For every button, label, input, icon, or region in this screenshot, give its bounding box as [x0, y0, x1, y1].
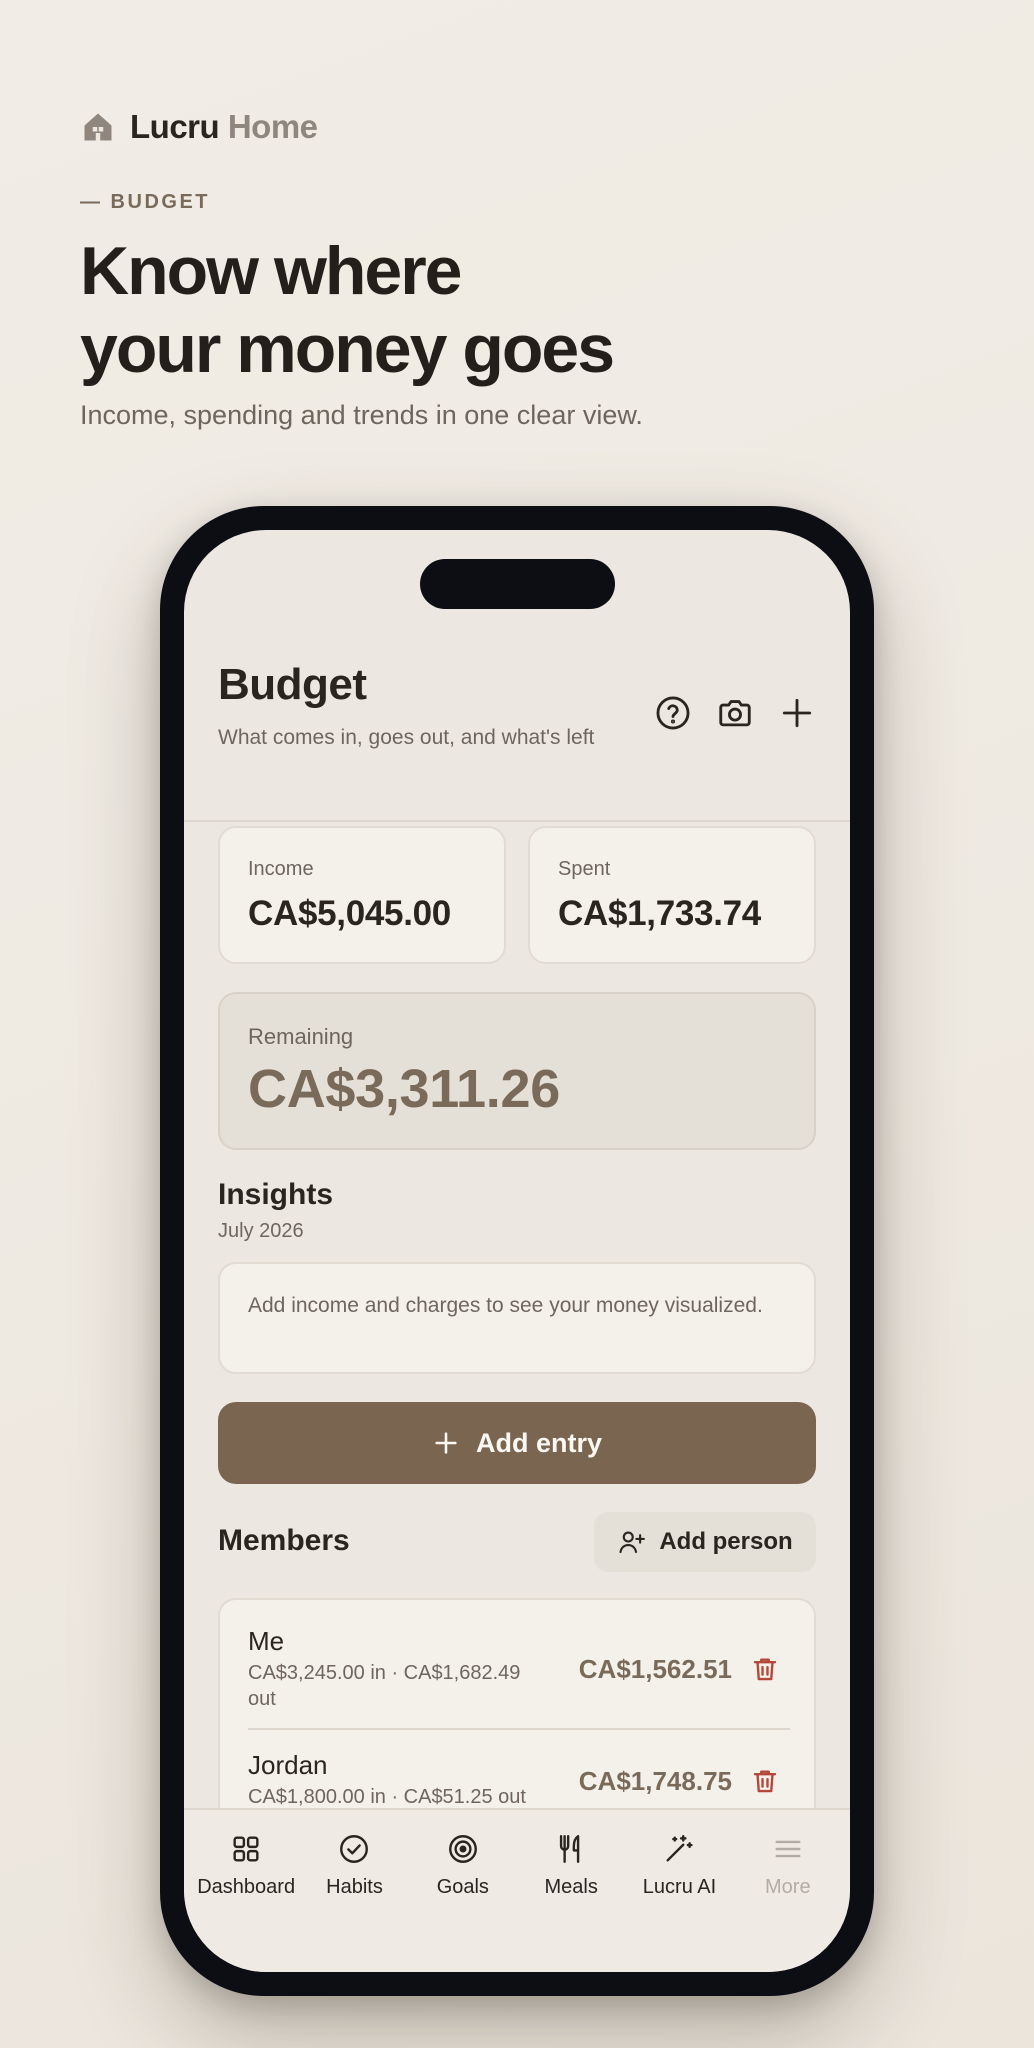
insights-empty-text: Add income and charges to see your money…	[248, 1294, 763, 1317]
tab-goals[interactable]: Goals	[409, 1810, 517, 1972]
divider	[248, 1728, 790, 1730]
income-label: Income	[248, 858, 314, 880]
add-person-label: Add person	[659, 1528, 793, 1555]
insights-period: July 2026	[218, 1220, 304, 1242]
trash-icon[interactable]	[750, 1766, 780, 1796]
camera-icon[interactable]	[716, 694, 754, 732]
tab-habits[interactable]: Habits	[300, 1810, 408, 1972]
tab-label: Habits	[326, 1876, 383, 1898]
insights-title: Insights	[218, 1178, 334, 1211]
trash-icon[interactable]	[750, 1654, 780, 1684]
magic-wand-icon	[666, 1835, 694, 1862]
spent-label: Spent	[558, 858, 611, 880]
member-detail: CA$1,800.00 in · CA$51.25 out	[248, 1786, 526, 1808]
tab-label: Lucru AI	[642, 1876, 717, 1898]
add-person-button[interactable]: Add person	[594, 1512, 816, 1572]
target-icon	[448, 1835, 477, 1863]
page-subtitle: What comes in, goes out, and what's left	[218, 726, 595, 749]
remaining-card: Remaining CA$3,311.26	[218, 992, 816, 1150]
subhead: Income, spending and trends in one clear…	[80, 400, 643, 430]
add-entry-label: Add entry	[475, 1427, 602, 1458]
tab-label: Goals	[436, 1876, 489, 1898]
tab-label: More	[765, 1876, 811, 1898]
headline: Know where your money goes	[80, 232, 980, 388]
brand-name-primary: Lucru	[130, 108, 220, 145]
headline-line-2: your money goes	[80, 311, 615, 387]
menu-icon	[775, 1840, 801, 1858]
tab-bar: Dashboard Habits Goals Meals Lucru AI Mo…	[184, 1808, 850, 1972]
income-value: CA$5,045.00	[248, 894, 451, 933]
income-card: Income CA$5,045.00	[218, 826, 506, 964]
member-detail: CA$3,245.00 in · CA$1,682.49 out	[248, 1662, 521, 1710]
plus-icon	[435, 1432, 457, 1454]
eyebrow: — BUDGET	[80, 191, 210, 213]
help-circle-icon[interactable]	[654, 694, 692, 732]
tab-more[interactable]: More	[734, 1810, 842, 1972]
plus-icon[interactable]	[778, 694, 816, 732]
brand-name: Lucru Home	[130, 108, 318, 146]
member-balance: CA$1,562.51	[578, 1654, 732, 1684]
spent-card: Spent CA$1,733.74	[528, 826, 816, 964]
phone-frame: Budget What comes in, goes out, and what…	[160, 506, 874, 1996]
brand-name-secondary: Home	[227, 108, 318, 145]
remaining-value: CA$3,311.26	[248, 1059, 560, 1119]
tab-lucru-ai[interactable]: Lucru AI	[625, 1810, 733, 1972]
members-title: Members	[218, 1524, 350, 1557]
user-plus-icon	[619, 1531, 646, 1554]
app-header: Budget What comes in, goes out, and what…	[184, 660, 850, 822]
house-icon	[84, 113, 112, 141]
header-actions	[654, 694, 816, 732]
list-item[interactable]: Me CA$3,245.00 in · CA$1,682.49 out CA$1…	[248, 1626, 790, 1726]
dynamic-island	[420, 559, 615, 609]
tab-dashboard[interactable]: Dashboard	[192, 1810, 300, 1972]
brand: Lucru Home	[80, 108, 318, 146]
page-title: Budget	[218, 660, 367, 709]
check-circle-icon	[340, 1835, 369, 1863]
phone-screen: Budget What comes in, goes out, and what…	[184, 530, 850, 1972]
spent-value: CA$1,733.74	[558, 894, 761, 933]
headline-line-1: Know where	[80, 233, 463, 309]
utensils-icon	[560, 1835, 580, 1863]
member-name: Jordan	[248, 1750, 328, 1780]
tab-label: Dashboard	[197, 1876, 296, 1898]
add-entry-button[interactable]: Add entry	[218, 1402, 816, 1484]
grid-icon	[233, 1836, 259, 1862]
remaining-label: Remaining	[248, 1024, 354, 1049]
tab-meals[interactable]: Meals	[517, 1810, 625, 1972]
insights-empty-card: Add income and charges to see your money…	[218, 1262, 816, 1374]
member-balance: CA$1,748.75	[578, 1766, 732, 1796]
tab-label: Meals	[544, 1876, 598, 1898]
member-name: Me	[248, 1626, 285, 1656]
